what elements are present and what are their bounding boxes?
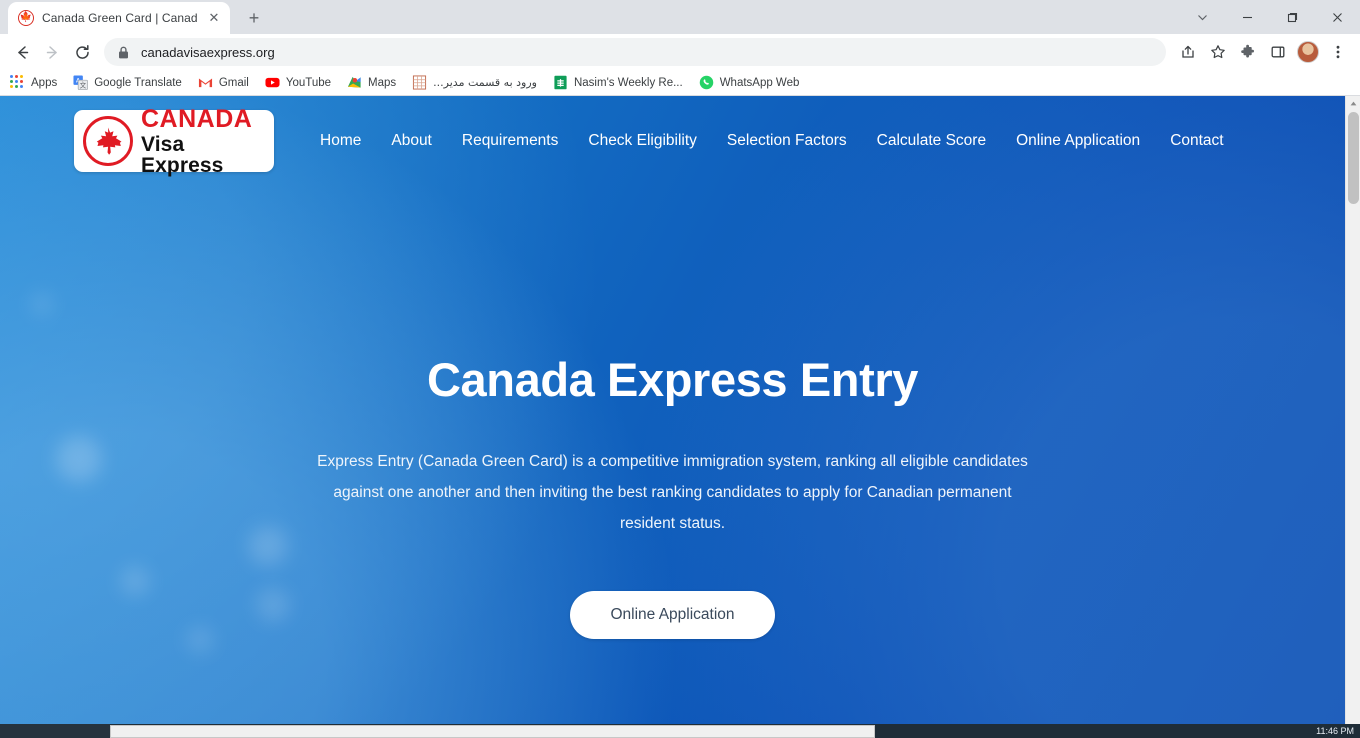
scroll-up-arrow-icon[interactable] <box>1346 96 1360 111</box>
logo-wordmark: CANADA Visa Express <box>141 104 265 177</box>
maple-leaf-icon <box>83 116 133 166</box>
whatsapp-icon <box>699 75 713 90</box>
reload-icon[interactable] <box>68 38 96 66</box>
maple-leaf-favicon: 🍁 <box>18 10 34 26</box>
address-bar-url: canadavisaexpress.org <box>141 44 275 60</box>
bookmark-label: Maps <box>368 76 397 89</box>
taskbar-clock[interactable]: 11:46 PM <box>1316 724 1354 738</box>
spreadsheet-icon <box>413 75 427 90</box>
bookmark-label: Google Translate <box>94 76 182 89</box>
bookmark-label: Gmail <box>218 76 249 89</box>
bookmark-star-icon[interactable] <box>1204 38 1232 66</box>
logo-brand-bottom: Visa Express <box>141 132 224 177</box>
hero-description: Express Entry (Canada Green Card) is a c… <box>317 452 1028 532</box>
bookmarks-bar: Apps A 文 Google Translate Gmail YouTube <box>0 70 1360 96</box>
logo-brand-top: CANADA <box>141 104 253 133</box>
sheets-icon <box>554 75 567 90</box>
bookmark-label: Apps <box>31 76 58 89</box>
tab-strip: 🍁 Canada Green Card | Canada Imn ✕ + <box>0 0 1360 34</box>
bookmark-maps[interactable]: Maps <box>347 75 396 90</box>
minimize-icon[interactable] <box>1225 0 1270 34</box>
os-taskbar: 11:46 PM <box>0 724 1360 738</box>
svg-text:文: 文 <box>80 81 87 90</box>
back-arrow-icon[interactable] <box>8 38 36 66</box>
nav-item-about[interactable]: About <box>391 132 432 150</box>
gmail-icon <box>198 78 212 88</box>
bookmark-youtube[interactable]: YouTube <box>265 75 331 90</box>
bookmark-whatsapp-web[interactable]: WhatsApp Web <box>699 75 800 90</box>
side-panel-icon[interactable] <box>1264 38 1292 66</box>
online-application-button[interactable]: Online Application <box>570 590 775 639</box>
bookmark-google-translate[interactable]: A 文 Google Translate <box>73 75 182 90</box>
browser-tab[interactable]: 🍁 Canada Green Card | Canada Imn ✕ <box>8 2 230 34</box>
nav-item-home[interactable]: Home <box>320 132 361 150</box>
page-viewport: CANADA Visa Express Home About Requireme… <box>0 96 1360 724</box>
maps-icon <box>347 76 361 88</box>
translate-icon: A 文 <box>73 75 89 90</box>
bookmark-apps[interactable]: Apps <box>10 75 57 90</box>
three-dot-menu-icon[interactable] <box>1324 38 1352 66</box>
address-bar[interactable]: canadavisaexpress.org <box>104 38 1166 66</box>
nav-item-check-eligibility[interactable]: Check Eligibility <box>588 132 697 150</box>
taskbar-window-preview[interactable] <box>110 724 875 738</box>
nav-item-selection-factors[interactable]: Selection Factors <box>727 132 847 150</box>
scrollbar-thumb[interactable] <box>1348 112 1359 204</box>
page-scrollbar[interactable] <box>1345 96 1360 724</box>
toolbar-right-actions <box>1174 38 1352 66</box>
apps-grid-icon <box>10 75 25 90</box>
website-page: CANADA Visa Express Home About Requireme… <box>0 96 1345 724</box>
main-navigation: Home About Requirements Check Eligibilit… <box>320 132 1224 150</box>
window-controls <box>1180 0 1360 34</box>
nav-item-requirements[interactable]: Requirements <box>462 132 559 150</box>
tab-title: Canada Green Card | Canada Imn <box>42 11 198 25</box>
youtube-icon <box>265 77 280 88</box>
extensions-puzzle-icon[interactable] <box>1234 38 1262 66</box>
page-title: Canada Express Entry <box>427 353 918 406</box>
site-header: CANADA Visa Express Home About Requireme… <box>0 96 1345 186</box>
bookmark-gmail[interactable]: Gmail <box>198 75 249 90</box>
share-icon[interactable] <box>1174 38 1202 66</box>
close-window-icon[interactable] <box>1315 0 1360 34</box>
forward-arrow-icon[interactable] <box>38 38 66 66</box>
hero-section: Canada Express Entry Express Entry (Cana… <box>0 186 1345 639</box>
new-tab-button[interactable]: + <box>240 4 268 32</box>
profile-avatar-image <box>1297 41 1319 63</box>
avatar[interactable] <box>1294 38 1322 66</box>
nav-item-calculate-score[interactable]: Calculate Score <box>877 132 986 150</box>
nav-item-online-application[interactable]: Online Application <box>1016 132 1140 150</box>
bookmark-label: YouTube <box>285 76 332 89</box>
bookmark-nasims-weekly-report[interactable]: Nasim's Weekly Re... <box>553 75 683 90</box>
site-logo[interactable]: CANADA Visa Express <box>74 106 274 176</box>
browser-toolbar: canadavisaexpress.org <box>0 34 1360 70</box>
close-tab-icon[interactable]: ✕ <box>206 10 222 26</box>
taskbar-start-area[interactable] <box>0 724 110 738</box>
bookmark-label: WhatsApp Web <box>719 76 800 89</box>
tab-search-chevron-down-icon[interactable] <box>1180 0 1225 34</box>
maximize-icon[interactable] <box>1270 0 1315 34</box>
browser-window: 🍁 Canada Green Card | Canada Imn ✕ + <box>0 0 1360 738</box>
nav-item-contact[interactable]: Contact <box>1170 132 1223 150</box>
lock-icon <box>119 46 128 58</box>
bookmark-label: Nasim's Weekly Re... <box>573 76 683 89</box>
bookmark-admin-login[interactable]: ورود به قسمت مدیر... <box>412 75 537 90</box>
bookmark-label: ورود به قسمت مدیر... <box>433 76 537 89</box>
